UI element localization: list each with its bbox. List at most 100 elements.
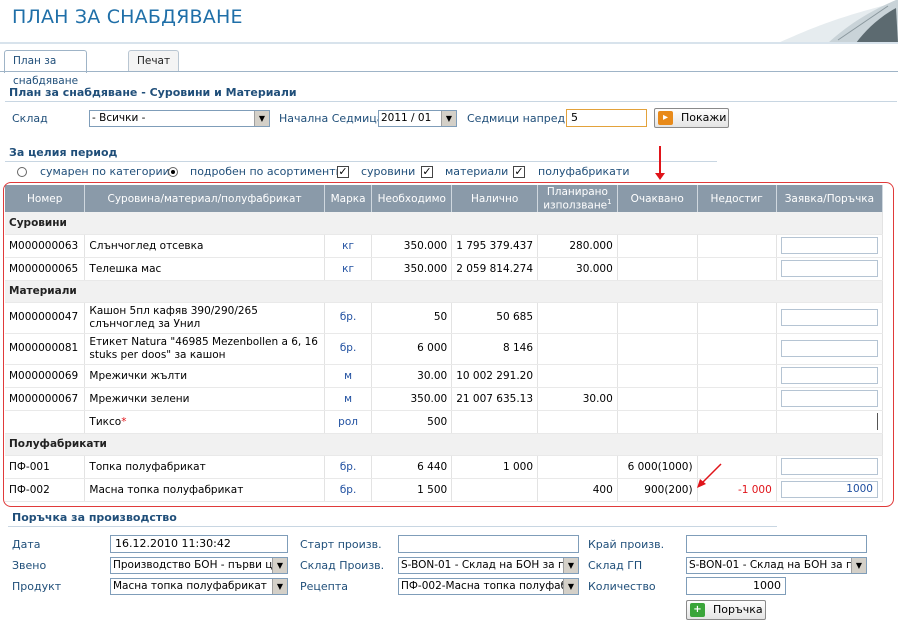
cell-available: 50 685 bbox=[451, 302, 539, 334]
cell-unit[interactable]: бр. bbox=[324, 333, 373, 365]
finished-goods-warehouse-value: S-BON-01 - Склад на БОН за про bbox=[689, 559, 866, 571]
order-input[interactable]: 1000 bbox=[780, 481, 878, 498]
cell-shortage bbox=[697, 364, 777, 388]
order-input[interactable] bbox=[780, 309, 878, 326]
cell-number: M000000065 bbox=[5, 257, 86, 281]
cell-unit[interactable]: бр. bbox=[324, 478, 373, 502]
cell-unit[interactable]: кг bbox=[324, 257, 373, 281]
warehouse-select-value: - Всички - bbox=[92, 112, 146, 124]
supply-plan-table: Номер Суровина/материал/полуфабрикат Мар… bbox=[5, 185, 884, 502]
cell-order bbox=[776, 410, 884, 434]
checkbox-semi[interactable]: ✓ bbox=[513, 166, 525, 178]
cell-unit[interactable]: бр. bbox=[324, 302, 373, 334]
table-row: M000000065 Телешка мас кг 350.000 2 059 … bbox=[5, 257, 884, 281]
cell-shortage bbox=[697, 333, 777, 365]
dropdown-arrow-icon: ▼ bbox=[272, 558, 287, 573]
cell-expected bbox=[617, 387, 698, 411]
cell-name: Мрежички зелени bbox=[84, 387, 325, 411]
end-production-input[interactable] bbox=[686, 535, 867, 553]
start-week-label: Начална Седмица bbox=[279, 112, 384, 125]
warehouse-select[interactable]: - Всички - ▼ bbox=[89, 110, 270, 127]
radio-summary[interactable] bbox=[17, 167, 27, 177]
text-cursor[interactable] bbox=[876, 413, 878, 430]
order-button[interactable]: + Поръчка bbox=[686, 600, 766, 620]
production-warehouse-select[interactable]: S-BON-01 - Склад на БОН за про ▼ bbox=[398, 557, 579, 574]
date-input[interactable]: 16.12.2010 11:30:42 bbox=[110, 535, 288, 553]
column-header[interactable]: Недостиг bbox=[697, 185, 777, 212]
cell-unit[interactable]: кг bbox=[324, 234, 373, 258]
column-header[interactable]: Планирано използване1 bbox=[537, 185, 618, 212]
start-production-input[interactable] bbox=[398, 535, 579, 553]
cell-name: Телешка мас bbox=[84, 257, 325, 281]
column-header[interactable]: Номер bbox=[5, 185, 86, 212]
column-header[interactable]: Марка bbox=[324, 185, 373, 212]
order-input[interactable] bbox=[780, 458, 878, 475]
cell-order: 1000 bbox=[776, 478, 884, 502]
recipe-select[interactable]: ПФ-002-Масна топка полуфабр ▼ bbox=[398, 578, 579, 595]
checkbox-raw[interactable]: ✓ bbox=[337, 166, 349, 178]
table-row: M000000063 Слънчоглед отсевка кг 350.000… bbox=[5, 234, 884, 258]
cell-shortage bbox=[697, 410, 777, 434]
cell-needed: 350.000 bbox=[371, 234, 453, 258]
cell-unit[interactable]: рол bbox=[324, 410, 373, 434]
required-mark: * bbox=[121, 415, 127, 428]
cell-number: M000000047 bbox=[5, 302, 86, 334]
date-label: Дата bbox=[12, 538, 41, 551]
tab-supply-plan[interactable]: План за снабдяване bbox=[4, 50, 88, 87]
order-input[interactable] bbox=[780, 390, 878, 407]
radio-detailed[interactable] bbox=[168, 167, 178, 177]
start-week-select[interactable]: 2011 / 01 ▼ bbox=[378, 110, 457, 127]
tab-print[interactable]: Печат bbox=[128, 50, 180, 72]
order-input[interactable] bbox=[780, 340, 878, 357]
order-input[interactable] bbox=[780, 260, 878, 277]
order-input[interactable] bbox=[780, 367, 878, 384]
product-label: Продукт bbox=[12, 580, 62, 593]
cell-available: 21 007 635.13 bbox=[451, 387, 539, 411]
show-button[interactable]: ▸ Покажи bbox=[654, 108, 729, 128]
column-header[interactable]: Заявка/Поръчка bbox=[776, 185, 884, 212]
column-header[interactable]: Очаквано bbox=[617, 185, 698, 212]
cell-available bbox=[451, 410, 539, 434]
column-header[interactable]: Суровина/материал/полуфабрикат bbox=[84, 185, 325, 212]
cell-order bbox=[776, 234, 884, 258]
recipe-select-value: ПФ-002-Масна топка полуфабр bbox=[401, 580, 574, 592]
cell-needed: 6 440 bbox=[371, 455, 453, 479]
product-select[interactable]: Масна топка полуфабрикат ▼ bbox=[110, 578, 288, 595]
column-header[interactable]: Налично bbox=[451, 185, 539, 212]
cell-unit[interactable]: м bbox=[324, 387, 373, 411]
cell-needed: 1 500 bbox=[371, 478, 453, 502]
table-row: Тиксо* рол 500 bbox=[5, 410, 884, 434]
finished-goods-warehouse-select[interactable]: S-BON-01 - Склад на БОН за про ▼ bbox=[686, 557, 867, 574]
unit-select[interactable]: Производство БОН - първи цех ▼ bbox=[110, 557, 288, 574]
cell-unit[interactable]: м bbox=[324, 364, 373, 388]
quantity-input[interactable]: 1000 bbox=[686, 577, 786, 595]
end-production-label: Край произв. bbox=[588, 538, 665, 551]
section-title-production-order: Поръчка за производство bbox=[8, 511, 776, 527]
checkbox-materials[interactable]: ✓ bbox=[421, 166, 433, 178]
group-label: Материали bbox=[5, 280, 883, 303]
cell-needed: 30.00 bbox=[371, 364, 453, 388]
cell-shortage bbox=[697, 234, 777, 258]
group-row: Полуфабрикати bbox=[5, 433, 883, 456]
cell-shortage bbox=[697, 257, 777, 281]
cell-unit[interactable]: бр. bbox=[324, 455, 373, 479]
cell-order bbox=[776, 257, 884, 281]
cell-needed: 6 000 bbox=[371, 333, 453, 365]
cell-name: Кашон 5пл кафяв 390/290/265 слънчоглед з… bbox=[84, 302, 325, 334]
column-header[interactable]: Необходимо bbox=[371, 185, 453, 212]
cell-number: M000000069 bbox=[5, 364, 86, 388]
weeks-ahead-input[interactable]: 5 bbox=[566, 109, 647, 127]
cell-needed: 50 bbox=[371, 302, 453, 334]
header-divider bbox=[0, 42, 898, 44]
cell-available: 1 000 bbox=[451, 455, 539, 479]
group-label: Суровини bbox=[5, 212, 883, 235]
checkbox-materials-label: материали bbox=[445, 165, 509, 178]
tab-divider bbox=[0, 71, 898, 72]
order-input[interactable] bbox=[780, 237, 878, 254]
page-title: ПЛАН ЗА СНАБДЯВАНЕ bbox=[12, 6, 243, 28]
group-row: Материали bbox=[5, 280, 883, 303]
cell-available: 10 002 291.20 bbox=[451, 364, 539, 388]
cell-expected bbox=[617, 364, 698, 388]
cell-shortage bbox=[697, 302, 777, 334]
cell-planned: 30.000 bbox=[537, 257, 618, 281]
